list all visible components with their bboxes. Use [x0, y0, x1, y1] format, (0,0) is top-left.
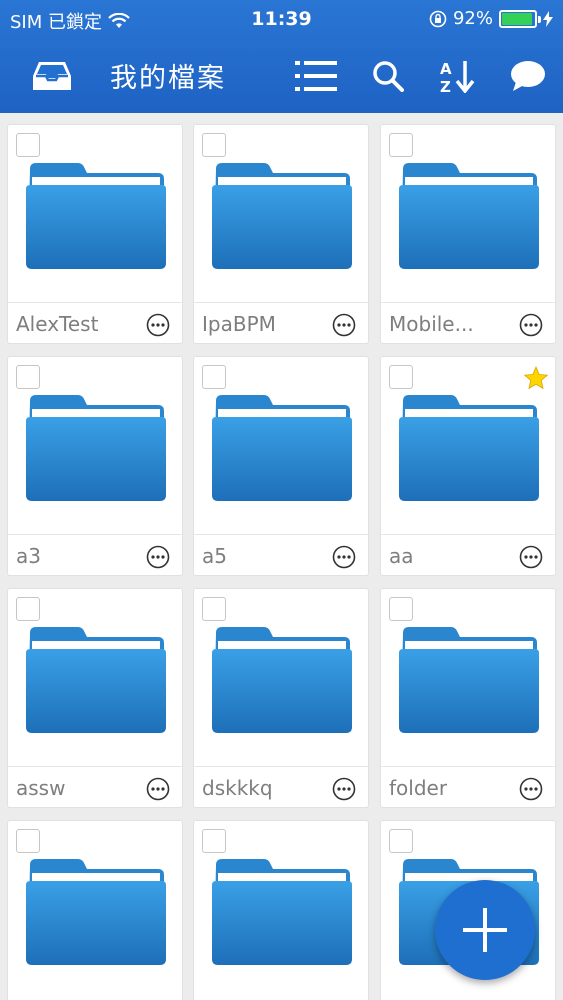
file-card[interactable]	[7, 820, 183, 1000]
svg-text:A: A	[440, 60, 452, 78]
list-view-icon[interactable]	[293, 38, 339, 113]
file-card[interactable]: dskkkq	[193, 588, 369, 808]
more-options-icon[interactable]	[146, 777, 170, 801]
folder-icon	[26, 391, 166, 507]
select-checkbox[interactable]	[389, 133, 413, 157]
file-card-footer: a3	[8, 534, 182, 576]
file-grid: AlexTest IpaBPM Mobile... a3 a5 aa assw …	[0, 113, 563, 1000]
more-options-icon[interactable]	[519, 777, 543, 801]
file-name: folder	[389, 776, 448, 800]
more-options-icon[interactable]	[146, 313, 170, 337]
file-card[interactable]: IpaBPM	[193, 124, 369, 344]
plus-icon	[463, 908, 507, 952]
select-checkbox[interactable]	[202, 829, 226, 853]
folder-icon	[212, 855, 352, 971]
select-checkbox[interactable]	[202, 597, 226, 621]
folder-icon	[399, 159, 539, 275]
select-checkbox[interactable]	[389, 597, 413, 621]
file-name: a5	[202, 544, 227, 568]
svg-text:Z: Z	[440, 78, 451, 93]
star-icon	[523, 365, 549, 390]
folder-icon	[399, 391, 539, 507]
file-name: a3	[16, 544, 41, 568]
file-card[interactable]: assw	[7, 588, 183, 808]
file-card[interactable]: aa	[380, 356, 556, 576]
battery-icon	[499, 9, 541, 28]
file-card-footer: aa	[381, 534, 555, 576]
file-card[interactable]	[193, 820, 369, 1000]
app-header: SIM 已鎖定 11:39 92% 我的檔案 A Z	[0, 0, 563, 113]
page-title: 我的檔案	[110, 63, 226, 94]
file-card-footer: IpaBPM	[194, 302, 368, 344]
file-name: AlexTest	[16, 312, 99, 336]
select-checkbox[interactable]	[16, 597, 40, 621]
add-button[interactable]	[435, 880, 535, 980]
folder-icon	[212, 391, 352, 507]
folder-icon	[26, 855, 166, 971]
folder-icon	[212, 623, 352, 739]
file-card[interactable]: Mobile...	[380, 124, 556, 344]
more-options-icon[interactable]	[519, 545, 543, 569]
orientation-lock-icon	[429, 10, 447, 27]
more-options-icon[interactable]	[332, 313, 356, 337]
inbox-icon[interactable]	[30, 38, 74, 113]
file-card-footer: Mobile...	[381, 302, 555, 344]
folder-icon	[212, 159, 352, 275]
file-card[interactable]: AlexTest	[7, 124, 183, 344]
file-card-footer: a5	[194, 534, 368, 576]
file-name: Mobile...	[389, 312, 474, 336]
file-card-footer: dskkkq	[194, 766, 368, 808]
folder-icon	[399, 623, 539, 739]
select-checkbox[interactable]	[16, 829, 40, 853]
folder-icon	[26, 159, 166, 275]
file-card[interactable]: a5	[193, 356, 369, 576]
select-checkbox[interactable]	[16, 133, 40, 157]
file-card[interactable]: a3	[7, 356, 183, 576]
file-card-footer: assw	[8, 766, 182, 808]
select-checkbox[interactable]	[202, 365, 226, 389]
more-options-icon[interactable]	[332, 777, 356, 801]
charging-icon	[543, 10, 553, 27]
select-checkbox[interactable]	[389, 365, 413, 389]
more-options-icon[interactable]	[332, 545, 356, 569]
more-options-icon[interactable]	[146, 545, 170, 569]
search-icon[interactable]	[368, 38, 408, 113]
select-checkbox[interactable]	[202, 133, 226, 157]
select-checkbox[interactable]	[389, 829, 413, 853]
file-name: assw	[16, 776, 66, 800]
more-options-icon[interactable]	[519, 313, 543, 337]
file-card[interactable]: folder	[380, 588, 556, 808]
status-right: 92%	[429, 8, 553, 29]
file-name: aa	[389, 544, 414, 568]
toolbar: 我的檔案 A Z	[0, 38, 563, 113]
folder-icon	[26, 623, 166, 739]
file-card-footer: folder	[381, 766, 555, 808]
file-name: IpaBPM	[202, 312, 276, 336]
battery-percent: 92%	[452, 8, 493, 29]
file-card-footer: AlexTest	[8, 302, 182, 344]
chat-icon[interactable]	[507, 38, 549, 113]
select-checkbox[interactable]	[16, 365, 40, 389]
status-bar: SIM 已鎖定 11:39 92%	[0, 0, 563, 38]
sort-az-icon[interactable]: A Z	[437, 38, 479, 113]
file-name: dskkkq	[202, 776, 273, 800]
